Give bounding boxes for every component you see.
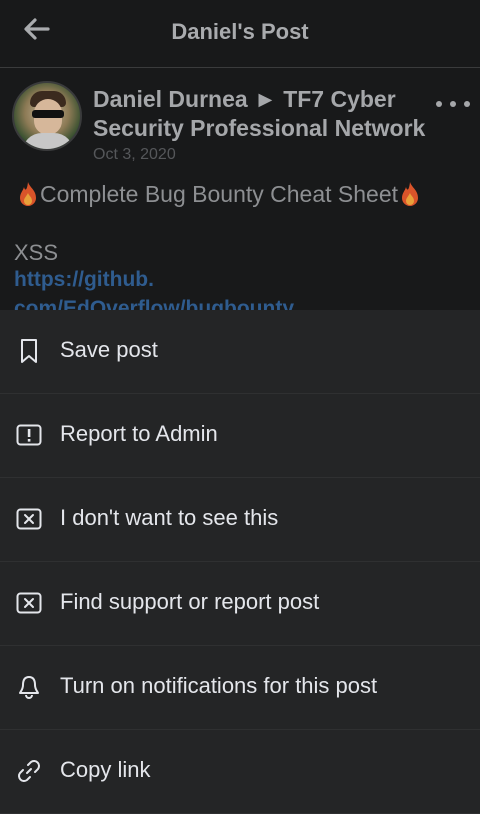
more-dot — [464, 101, 470, 107]
fire-emoji-icon — [402, 182, 419, 206]
menu-item-label: Find support or report post — [60, 589, 320, 614]
link-icon — [16, 758, 42, 784]
more-options-button[interactable] — [436, 93, 470, 115]
page-title: Daniel's Post — [171, 19, 309, 44]
action-sheet: Save post Report to Admin I don't want t… — [0, 310, 480, 814]
post-author[interactable]: Daniel Durnea ► TF7 Cyber Security Profe… — [93, 85, 433, 143]
post-title: Complete Bug Bounty Cheat Sheet — [40, 180, 399, 207]
save-post-item[interactable]: Save post — [0, 310, 480, 394]
hide-post-item[interactable]: I don't want to see this — [0, 478, 480, 562]
post-title-line: Complete Bug Bounty Cheat Sheet — [16, 180, 422, 208]
post-date: Oct 3, 2020 — [93, 146, 176, 163]
menu-item-label: Copy link — [60, 757, 151, 782]
find-support-item[interactable]: Find support or report post — [0, 562, 480, 646]
post: Daniel Durnea ► TF7 Cyber Security Profe… — [0, 69, 480, 310]
avatar[interactable] — [12, 81, 82, 151]
close-box-icon — [16, 590, 42, 616]
menu-item-label: Save post — [60, 337, 158, 362]
post-link-line1[interactable]: https://github. — [14, 268, 154, 292]
report-to-admin-item[interactable]: Report to Admin — [0, 394, 480, 478]
post-link-line2[interactable]: com/EdOverflow/bugbounty — [14, 294, 294, 310]
screen: Daniel's Post Daniel Durnea ► TF7 Cyber … — [0, 0, 480, 814]
fire-emoji-icon — [20, 182, 36, 206]
bookmark-icon — [16, 338, 42, 364]
alert-box-icon — [16, 422, 42, 448]
copy-link-item[interactable]: Copy link — [0, 730, 480, 814]
bell-icon — [16, 674, 42, 700]
menu-item-label: Turn on notifications for this post — [60, 673, 378, 698]
turn-on-notifications-item[interactable]: Turn on notifications for this post — [0, 646, 480, 730]
more-dot — [450, 101, 456, 107]
menu-item-label: Report to Admin — [60, 421, 218, 446]
close-box-icon — [16, 506, 42, 532]
top-bar: Daniel's Post — [0, 0, 480, 68]
menu-item-label: I don't want to see this — [60, 505, 279, 530]
post-section-label: XSS — [14, 240, 59, 265]
more-dot — [436, 101, 442, 107]
